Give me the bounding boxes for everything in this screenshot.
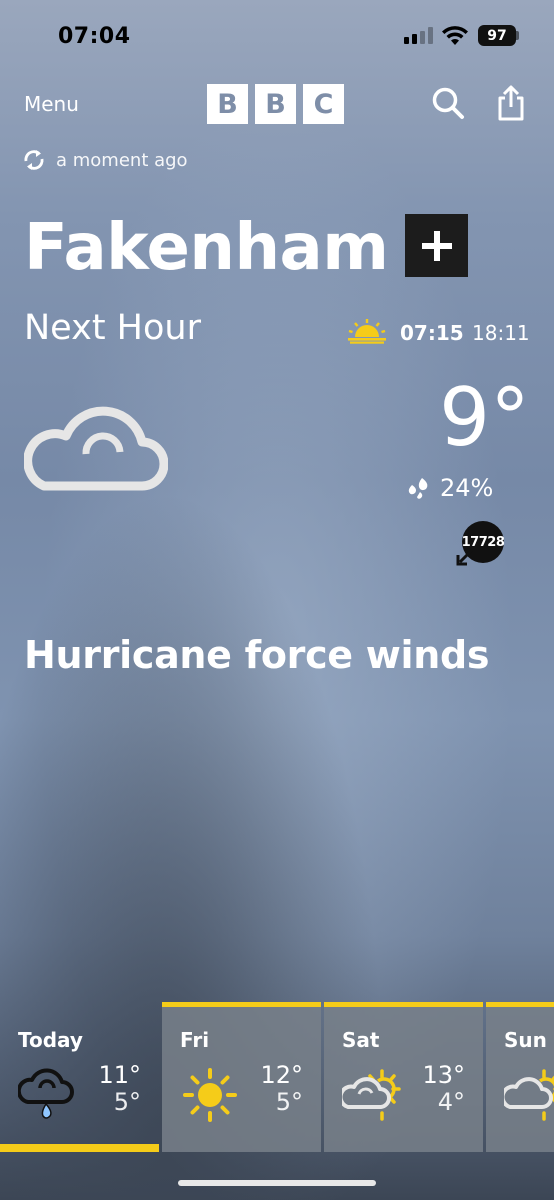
day-high-temp: 11° [98, 1061, 141, 1089]
last-updated[interactable]: a moment ago [22, 148, 188, 172]
bbc-logo[interactable]: B B C [207, 84, 344, 124]
logo-letter-b2: B [255, 84, 296, 124]
selected-day-indicator [0, 1144, 159, 1152]
day-low-temp: 5° [275, 1088, 303, 1116]
home-indicator[interactable] [178, 1180, 376, 1186]
wifi-icon [442, 26, 468, 45]
day-low-temp: 5° [113, 1088, 141, 1116]
forecast-strip[interactable]: Today 11° 5° Fri 12° 5° Sat 13° 4° Sun [0, 1002, 554, 1152]
share-icon[interactable] [496, 84, 526, 122]
battery-indicator: 97 [478, 25, 516, 46]
cellular-signal-icon [404, 27, 433, 44]
location-name: Fakenham [24, 211, 389, 285]
day-name: Sat [342, 1028, 380, 1052]
current-temperature: 9° [439, 371, 530, 464]
battery-tip [516, 31, 519, 40]
day-low-temp: 4° [437, 1088, 465, 1116]
weather-summary: Hurricane force winds [24, 633, 490, 677]
sunrise-icon [348, 319, 386, 344]
sunrise-time: 07:15 [400, 321, 464, 345]
sun-cloud-icon [342, 1069, 401, 1121]
status-bar: 07:04 97 [0, 0, 554, 72]
menu-button[interactable]: Menu [24, 92, 79, 116]
logo-letter-c: C [303, 84, 344, 124]
day-high-temp: 12° [260, 1061, 303, 1089]
day-name: Fri [180, 1028, 210, 1052]
forecast-day-sun[interactable]: Sun [486, 1002, 554, 1152]
forecast-day-sat[interactable]: Sat 13° 4° [324, 1002, 483, 1152]
search-icon[interactable] [431, 86, 465, 120]
forecast-day-today[interactable]: Today 11° 5° [0, 1002, 159, 1152]
refresh-icon[interactable] [22, 148, 46, 172]
sunset-time: 18:11 [472, 321, 530, 345]
sun-cloud-icon [504, 1069, 554, 1121]
status-time: 07:04 [58, 24, 131, 49]
logo-letter-b1: B [207, 84, 248, 124]
day-high-temp: 13° [422, 1061, 465, 1089]
plus-icon [421, 230, 452, 261]
cloud-rain-icon [18, 1068, 74, 1119]
precipitation-chance: 24% [440, 474, 494, 502]
wind-direction-arrow-icon [456, 548, 474, 566]
forecast-day-fri[interactable]: Fri 12° 5° [162, 1002, 321, 1152]
day-name: Today [18, 1028, 83, 1052]
add-location-button[interactable] [405, 214, 468, 277]
last-updated-text: a moment ago [56, 149, 188, 171]
day-name: Sun [504, 1028, 547, 1052]
period-label: Next Hour [24, 308, 201, 348]
cloud-icon [24, 406, 168, 491]
sun-icon [183, 1068, 237, 1122]
precipitation-icon [408, 478, 428, 499]
